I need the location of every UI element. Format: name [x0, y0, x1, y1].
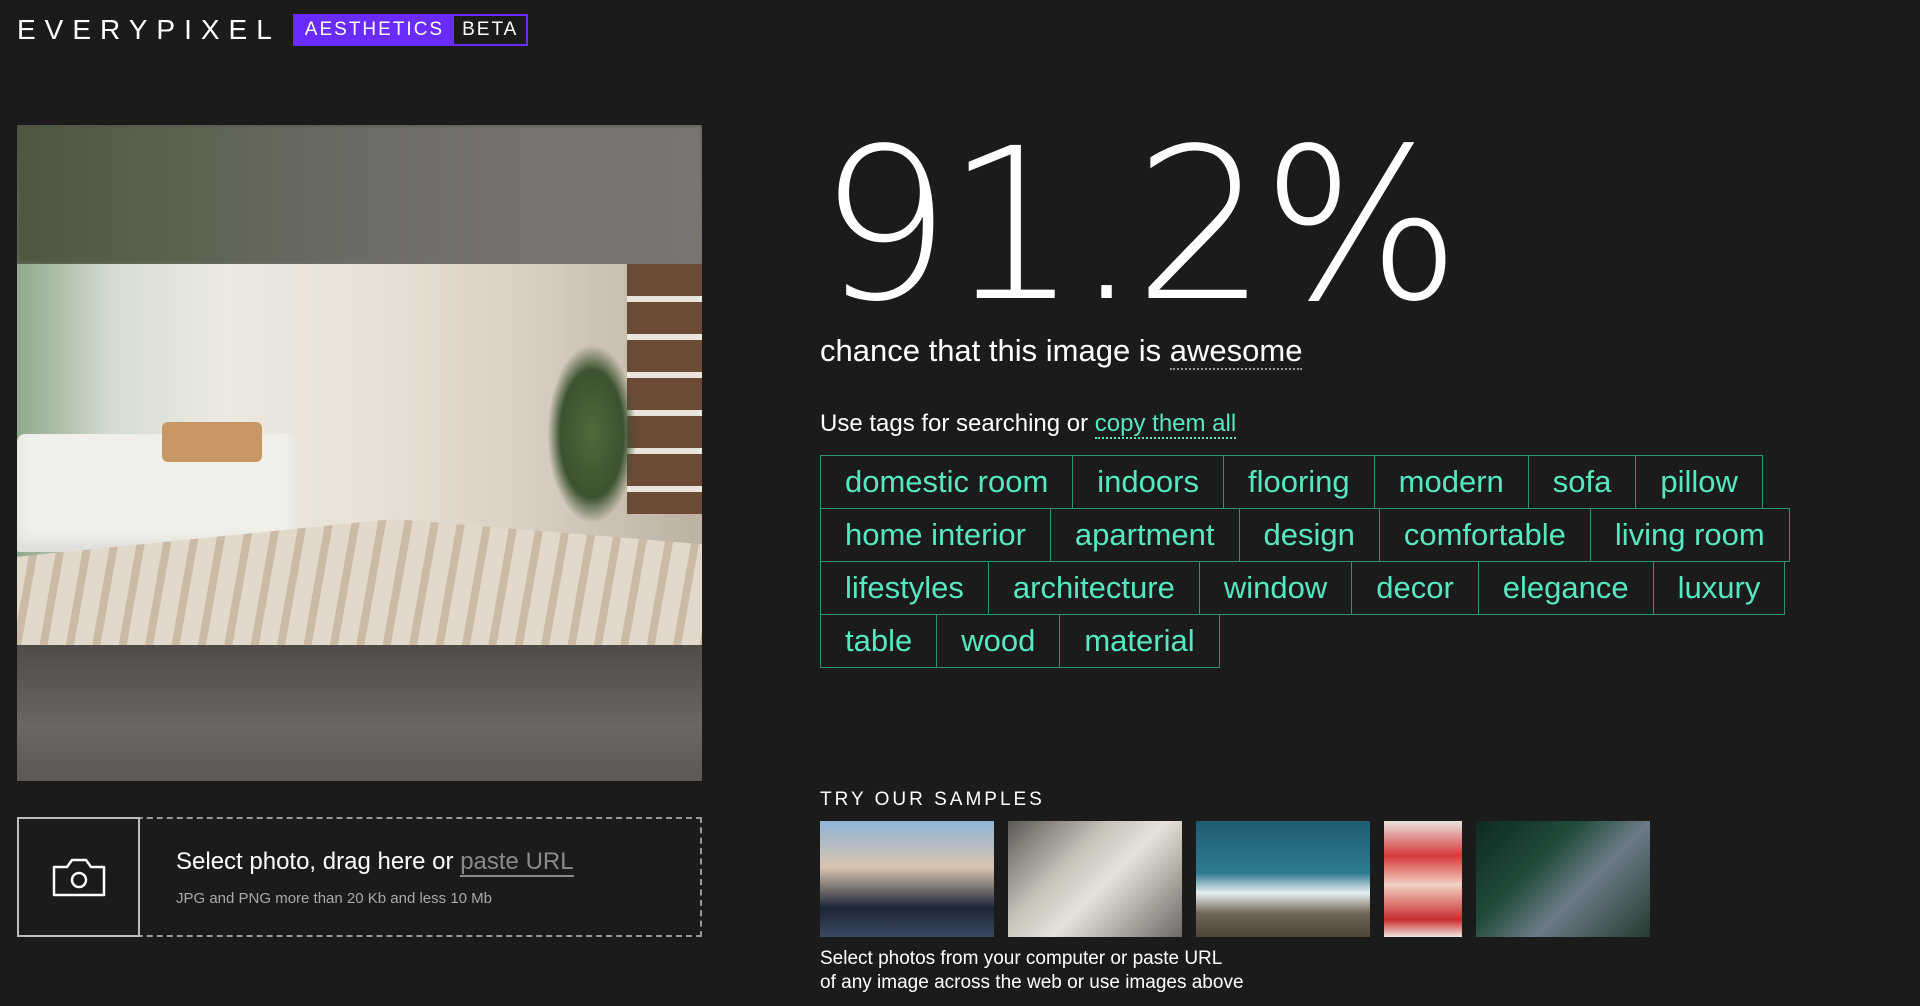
upload-hint: JPG and PNG more than 20 Kb and less 10 …	[176, 889, 493, 907]
subtitle-awesome: awesome	[1169, 333, 1303, 370]
upload-dropzone[interactable]: Select photo, drag here or paste URL JPG…	[17, 817, 702, 937]
tag-item[interactable]: home interior	[820, 508, 1051, 562]
tag-list: domestic room indoors flooring modern sofa pi…	[820, 455, 1860, 668]
photo-bookshelf	[627, 264, 702, 514]
logo-wordmark: EVERYPIXEL	[17, 14, 281, 45]
copy-tags-link[interactable]: copy them all	[1094, 410, 1237, 439]
preview-photo	[17, 264, 702, 645]
paste-url-link[interactable]: paste URL	[460, 847, 574, 877]
sample-thumbnails	[820, 821, 1664, 937]
tag-item[interactable]: window	[1198, 561, 1353, 615]
tag-item[interactable]: pillow	[1635, 455, 1763, 509]
tag-item[interactable]: decor	[1351, 561, 1479, 615]
sample-mountains[interactable]	[1196, 821, 1370, 937]
tag-row: domestic room indoors flooring modern sofa pi…	[820, 455, 1860, 509]
upload-prompt-text: Select photo, drag here or	[176, 847, 461, 875]
tag-item[interactable]: domestic room	[820, 455, 1074, 509]
tag-item[interactable]: luxury	[1652, 561, 1786, 615]
logo[interactable]: EVERYPIXEL AESTHETICS BETA	[17, 14, 529, 46]
tag-item[interactable]: lifestyles	[820, 561, 989, 615]
tag-item[interactable]: living room	[1589, 508, 1790, 562]
samples-note-line1: Select photos from your computer or past…	[820, 948, 1223, 969]
sample-office-desk[interactable]	[1008, 821, 1182, 937]
tag-item[interactable]: comfortable	[1378, 508, 1591, 562]
upload-prompt: Select photo, drag here or paste URL	[176, 847, 574, 877]
logo-badge: AESTHETICS BETA	[292, 14, 529, 46]
image-preview	[17, 125, 702, 781]
tag-item[interactable]: wood	[936, 614, 1061, 668]
tag-item[interactable]: sofa	[1527, 455, 1637, 509]
score-subtitle: chance that this image is awesome	[820, 333, 1303, 370]
tag-item[interactable]: material	[1059, 614, 1220, 668]
tag-row: table wood material	[820, 614, 1860, 668]
tag-item[interactable]: indoors	[1072, 455, 1224, 509]
sample-couple-forest[interactable]	[1476, 821, 1650, 937]
samples-note: Select photos from your computer or past…	[820, 947, 1244, 995]
tag-item[interactable]: flooring	[1222, 455, 1375, 509]
tag-item[interactable]: design	[1238, 508, 1380, 562]
badge-beta: BETA	[462, 19, 519, 40]
tags-hint: Use tags for searching or copy them all	[820, 410, 1237, 439]
tag-item[interactable]: modern	[1373, 455, 1529, 509]
samples-title: TRY OUR SAMPLES	[820, 789, 1045, 810]
preview-blur-bottom	[17, 645, 702, 781]
photo-pillow	[162, 422, 262, 462]
tags-hint-prefix: Use tags for searching or	[820, 410, 1095, 437]
samples-note-line2: of any image across the web or use image…	[820, 972, 1244, 993]
tag-item[interactable]: architecture	[987, 561, 1200, 615]
camera-icon	[52, 858, 105, 897]
tag-row: lifestyles architecture window decor eleganc…	[820, 561, 1860, 615]
tag-row: home interior apartment design comfortable l…	[820, 508, 1860, 562]
sample-couple-winter[interactable]	[1384, 821, 1462, 937]
preview-blur-top	[17, 125, 702, 264]
photo-plant	[547, 344, 637, 524]
upload-button[interactable]	[17, 817, 140, 937]
upload-text: Select photo, drag here or paste URL JPG…	[176, 847, 574, 907]
sample-business-team[interactable]	[820, 821, 994, 937]
tag-item[interactable]: elegance	[1477, 561, 1654, 615]
tag-item[interactable]: table	[820, 614, 938, 668]
badge-aesthetics: AESTHETICS	[294, 16, 455, 44]
tag-item[interactable]: apartment	[1049, 508, 1240, 562]
aesthetic-score: 91.2%	[818, 103, 1461, 348]
subtitle-prefix: chance that this image is	[820, 333, 1170, 368]
